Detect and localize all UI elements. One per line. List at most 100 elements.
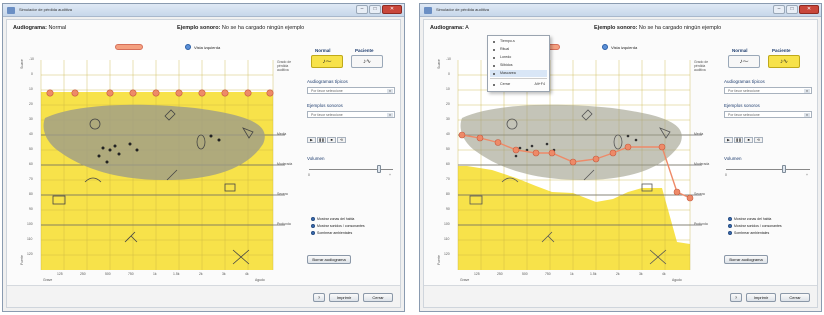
threshold-point[interactable]	[512, 146, 520, 154]
audiogram-svg[interactable]	[15, 52, 295, 284]
check-label: Mostrar zonas del habla	[734, 217, 772, 221]
typical-audiograms-select[interactable]: Por favor seleccione ▾	[724, 87, 812, 94]
title-bar[interactable]: Simulador de pérdida auditiva – □ ✕	[3, 4, 404, 17]
x-tick-label: 1k	[570, 272, 574, 276]
window-title: Simulador de pérdida auditiva	[19, 7, 72, 12]
typical-audiograms-select[interactable]: Por favor seleccione ▾	[307, 87, 395, 94]
threshold-point[interactable]	[658, 143, 666, 151]
close-button[interactable]: Cerrar	[363, 293, 393, 302]
check-speech-zones[interactable]: Mostrar zonas del habla	[728, 217, 771, 221]
loop-button[interactable]: ⟲	[754, 137, 763, 143]
y-tick-label: 20	[29, 102, 33, 106]
menu-item-close[interactable]: Cerrar Alt+F4	[490, 81, 547, 88]
audiogram-graph[interactable]: -10 0 10 20 30 40 50 60 70 80 90 100 110…	[15, 52, 295, 293]
volume-slider-thumb[interactable]	[782, 165, 786, 173]
check-ambient[interactable]: Sombrear ambientales	[728, 231, 769, 235]
menu-item-highlighted[interactable]: Mascarea	[490, 70, 547, 77]
threshold-point[interactable]	[624, 143, 632, 151]
close-window-button[interactable]: ✕	[799, 5, 819, 14]
radio-icon	[728, 224, 732, 228]
examples-label: Ejemplos sonoros	[724, 103, 760, 108]
chevron-down-icon: ▾	[804, 113, 810, 117]
help-button[interactable]: ?	[313, 293, 325, 302]
legend-view-left[interactable]: Vista izquierda	[602, 44, 637, 50]
degree-severe: Severa	[694, 192, 705, 196]
audiogram-svg[interactable]	[432, 52, 712, 284]
minimize-button[interactable]: –	[773, 5, 785, 14]
menu-item[interactable]: Ritual	[490, 46, 547, 53]
typical-audiograms-value: Por favor seleccione	[311, 89, 343, 93]
typical-audiograms-label: Audiogramas típicos	[724, 79, 765, 84]
y-axis-top-label: Suave	[19, 59, 24, 69]
normal-toggle[interactable]: ♪⁓	[311, 55, 343, 68]
play-button[interactable]: ▶	[307, 137, 316, 143]
help-button[interactable]: ?	[730, 293, 742, 302]
app-icon	[7, 7, 15, 14]
audiogram-value: A	[465, 25, 469, 31]
y-tick-label: 90	[29, 207, 33, 211]
check-sounds[interactable]: Mostrar sonidos / consonantes	[311, 224, 365, 228]
y-tick-label: 110	[444, 237, 450, 241]
volume-max-label: +	[389, 173, 391, 177]
check-speech-zones[interactable]: Mostrar zonas del habla	[311, 217, 354, 221]
play-button[interactable]: ▶	[724, 137, 733, 143]
reset-audiogram-button[interactable]: Borrar audiograma	[307, 255, 351, 264]
patient-toggle[interactable]: ♪∿	[351, 55, 383, 68]
y-tick-label: 120	[27, 252, 33, 256]
examples-select[interactable]: Por favor seleccione ▾	[724, 111, 812, 118]
check-sounds[interactable]: Mostrar sonidos / consonantes	[728, 224, 782, 228]
title-bar[interactable]: Simulador de pérdida auditiva – □ ✕	[420, 4, 821, 17]
stop-button[interactable]: ■	[327, 137, 336, 143]
y-tick-label: 100	[444, 222, 450, 226]
close-window-button[interactable]: ✕	[382, 5, 402, 14]
footer-bar: ? Imprimir Cerrar	[424, 285, 817, 307]
x-tick-label: 1.5k	[590, 272, 597, 276]
menu-item[interactable]: Loredo	[490, 54, 547, 61]
legend-view-left[interactable]: Vista izquierda	[185, 44, 220, 50]
minimize-button[interactable]: –	[356, 5, 368, 14]
legend-thresholds[interactable]	[115, 44, 143, 50]
volume-slider-track[interactable]	[726, 169, 810, 170]
threshold-point[interactable]	[673, 188, 681, 196]
print-button[interactable]: Imprimir	[329, 293, 359, 302]
view-left-label: Vista izquierda	[194, 44, 221, 50]
menu-item[interactable]: Silbidos	[490, 62, 547, 69]
normal-toggle[interactable]: ♪⁓	[728, 55, 760, 68]
threshold-point[interactable]	[609, 149, 617, 157]
right-panel: Normal Paciente ♪⁓ ♪∿ Audiogramas típico…	[720, 45, 814, 300]
example-header: Ejemplo sonoro: No se ha cargado ningún …	[177, 25, 304, 31]
loop-button[interactable]: ⟲	[337, 137, 346, 143]
thresholds-button[interactable]	[115, 44, 143, 50]
example-value: No se ha cargado ningún ejemplo	[638, 25, 722, 31]
examples-value: Por favor seleccione	[311, 113, 343, 117]
patient-toggle[interactable]: ♪∿	[768, 55, 800, 68]
maximize-button[interactable]: □	[786, 5, 798, 14]
threshold-point[interactable]	[548, 149, 556, 157]
menu-item[interactable]: Tiempo-s	[490, 38, 547, 45]
normal-label: Normal	[732, 48, 748, 53]
volume-label: Volumen	[724, 156, 742, 161]
radio-icon	[311, 231, 315, 235]
pause-button[interactable]: ❚❚	[317, 137, 326, 143]
volume-slider-thumb[interactable]	[377, 165, 381, 173]
threshold-point[interactable]	[592, 155, 600, 163]
threshold-point[interactable]	[686, 194, 694, 202]
close-button[interactable]: Cerrar	[780, 293, 810, 302]
threshold-point[interactable]	[494, 139, 502, 146]
maximize-button[interactable]: □	[369, 5, 381, 14]
print-button[interactable]: Imprimir	[746, 293, 776, 302]
examples-select[interactable]: Por favor seleccione ▾	[307, 111, 395, 118]
stop-button[interactable]: ■	[744, 137, 753, 143]
volume-max-label: +	[806, 173, 808, 177]
degree-severe: Severa	[277, 192, 288, 196]
threshold-point[interactable]	[458, 131, 466, 139]
threshold-point[interactable]	[569, 158, 577, 166]
threshold-point[interactable]	[532, 149, 540, 157]
reset-audiogram-button[interactable]: Borrar audiograma	[724, 255, 768, 264]
check-label: Sombrear ambientales	[734, 231, 770, 235]
audiogram-graph[interactable]: -10 0 10 20 30 40 50 60 70 80 90 100 110…	[432, 52, 712, 293]
view-left-label: Vista izquierda	[611, 44, 638, 50]
threshold-point[interactable]	[476, 134, 484, 142]
check-ambient[interactable]: Sombrear ambientales	[311, 231, 352, 235]
pause-button[interactable]: ❚❚	[734, 137, 743, 143]
